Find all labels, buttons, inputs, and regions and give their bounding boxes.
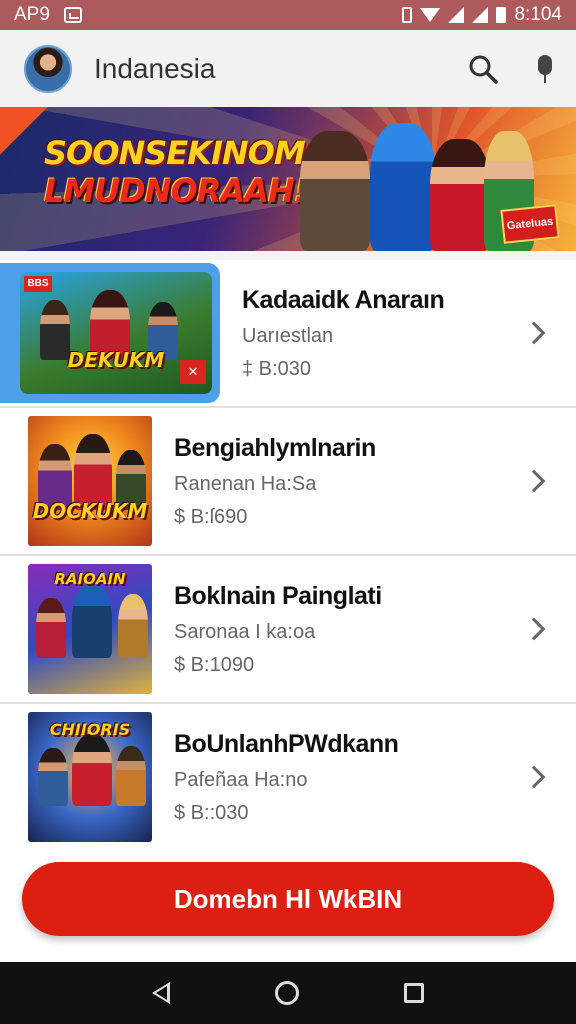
game-price: $ B:1090 [174, 653, 255, 676]
thumb-title-art: DOCKUKM [32, 498, 148, 523]
banner-character [300, 131, 370, 251]
game-price: $ B:ſ690 [174, 505, 248, 528]
banner-line-2: LMUDNORAAH! [44, 171, 308, 210]
game-list: BBS DEKUKM ✕ Kadaaidk Anaraın Uarıestlan… [0, 260, 576, 852]
game-subtitle: Uarıestlan [242, 324, 334, 347]
chevron-right-icon[interactable] [522, 469, 546, 493]
status-time: 8:104 [514, 4, 562, 25]
game-subtitle: Saronaa I ka:oa [174, 620, 316, 643]
thumb-corner-badge: BBS [24, 276, 52, 292]
game-thumbnail: RAIOAIN [28, 564, 152, 694]
back-icon[interactable] [152, 982, 171, 1004]
game-price: ‡ B:030 [242, 357, 311, 380]
list-item[interactable]: RAIOAIN Boklnain Painglati Saronaa I ka:… [0, 556, 576, 704]
game-price: $ B::030 [174, 801, 249, 824]
banner-logo: Gateluas [500, 204, 560, 244]
game-subtitle: Ranenan Ha:Sa [174, 472, 317, 495]
search-icon[interactable] [468, 54, 498, 84]
game-name: Bengiahlymlnarin [174, 433, 376, 462]
battery-icon [496, 7, 507, 23]
game-name: Boklnain Painglati [174, 581, 382, 610]
banner-character [370, 123, 436, 251]
notification-icon [63, 7, 82, 23]
system-nav-bar [0, 962, 576, 1024]
status-bar: AP9 8:104 [0, 0, 576, 30]
wifi-icon [420, 8, 441, 22]
game-thumbnail: CHIIORIS [28, 712, 152, 842]
promo-banner[interactable]: SOONSEKINOM LMUDNORAAH! Gateluas [0, 107, 576, 251]
vibrate-icon [402, 7, 413, 23]
signal-icon [448, 7, 465, 23]
home-icon[interactable] [274, 981, 299, 1005]
status-left-text: AP9 [14, 4, 50, 25]
banner-line-1: SOONSEKINOM [44, 134, 306, 172]
game-name: BoUnlanhPWdkann [174, 729, 399, 758]
chevron-right-icon[interactable] [522, 617, 546, 641]
list-item[interactable]: CHIIORIS BoUnlanhPWdkann Pafeñaa Ha:no $… [0, 704, 576, 852]
game-thumbnail: BBS DEKUKM ✕ [20, 272, 212, 394]
signal-icon-2 [472, 7, 489, 23]
banner-headline: SOONSEKINOM LMUDNORAAH! [44, 134, 308, 211]
mic-icon[interactable] [538, 54, 552, 83]
avatar[interactable] [24, 44, 72, 93]
app-bar: Indanesia [0, 30, 576, 107]
thumb-badge-icon: ✕ [180, 360, 206, 384]
game-subtitle: Pafeñaa Ha:no [174, 768, 308, 791]
chevron-right-icon[interactable] [522, 321, 546, 345]
thumb-title-art: CHIIORIS [49, 720, 131, 739]
cta-button[interactable]: Domebn Hl WkBIN [22, 862, 554, 936]
list-item[interactable]: BBS DEKUKM ✕ Kadaaidk Anaraın Uarıestlan… [0, 260, 576, 408]
chevron-right-icon[interactable] [522, 765, 546, 789]
recents-icon[interactable] [403, 983, 424, 1003]
page-title: Indanesia [94, 52, 216, 84]
banner-character [430, 139, 490, 251]
game-name: Kadaaidk Anaraın [242, 285, 445, 314]
list-item[interactable]: DOCKUKM Bengiahlymlnarin Ranenan Ha:Sa $… [0, 408, 576, 556]
featured-thumb-frame: BBS DEKUKM ✕ [0, 263, 220, 403]
thumb-title-art: RAIOAIN [54, 570, 126, 588]
game-thumbnail: DOCKUKM [28, 416, 152, 546]
